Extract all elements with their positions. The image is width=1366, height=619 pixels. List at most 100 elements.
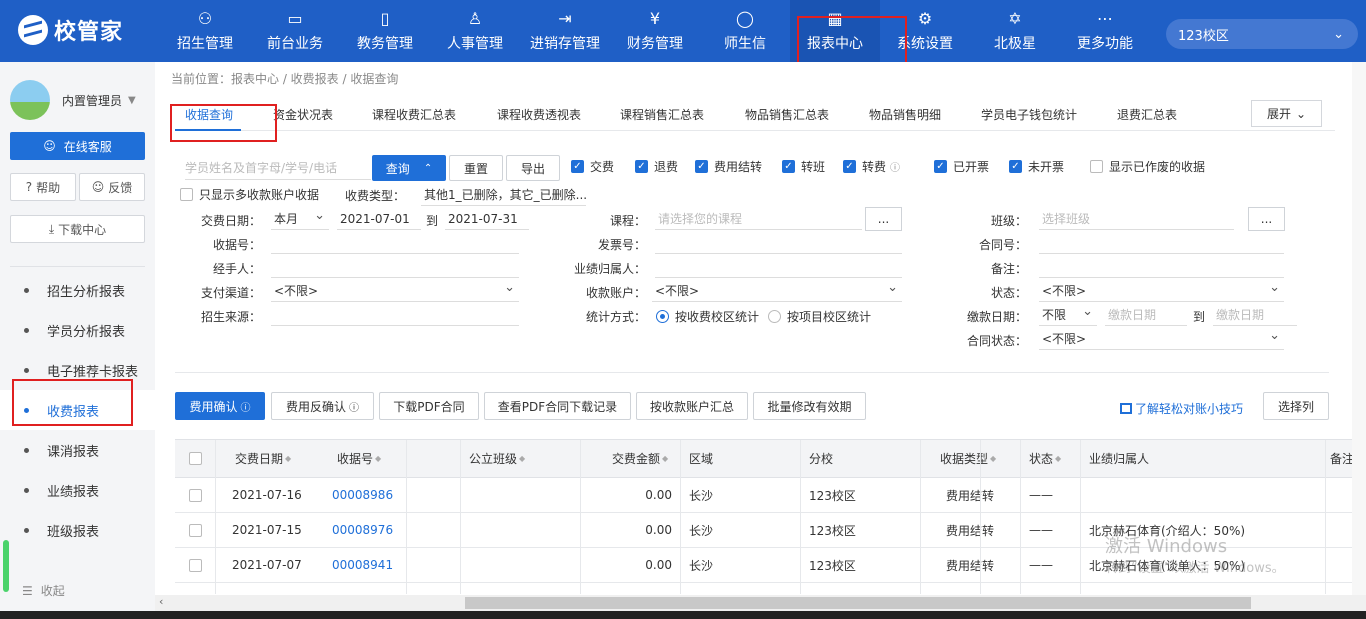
tab-2[interactable]: 课程收费汇总表: [372, 106, 456, 123]
column-header-1[interactable]: 收据号 ◆: [337, 440, 381, 477]
column-header-5[interactable]: 分校: [809, 440, 833, 477]
course-picker-button[interactable]: ...: [865, 207, 902, 231]
source-input[interactable]: [271, 304, 519, 326]
due-from-input[interactable]: 缴款日期: [1105, 304, 1187, 326]
scroll-left-icon[interactable]: ‹: [159, 595, 163, 608]
handler-input[interactable]: [271, 256, 519, 278]
horizontal-scroll-thumb[interactable]: [465, 597, 1251, 609]
batch-validity-button[interactable]: 批量修改有效期: [753, 392, 866, 420]
filter-checkbox-4[interactable]: ✓ 转费 ⓘ: [843, 158, 900, 175]
class-picker-button[interactable]: ...: [1248, 207, 1285, 231]
nav-item-10[interactable]: ⋯ 更多功能: [1060, 0, 1150, 62]
sort-icon[interactable]: ◆: [1055, 454, 1061, 463]
status-select[interactable]: <不限>: [1039, 277, 1284, 302]
nav-item-9[interactable]: ✡ 北极星: [970, 0, 1060, 62]
tab-8[interactable]: 退费汇总表: [1117, 106, 1177, 123]
contract-status-select[interactable]: <不限>: [1039, 325, 1284, 350]
remark-input[interactable]: [1039, 256, 1284, 278]
tab-1[interactable]: 资金状况表: [273, 106, 333, 123]
app-logo[interactable]: 校管家: [18, 14, 123, 46]
fee-confirm-button[interactable]: 费用确认 ⓘ: [175, 392, 265, 420]
cell-receipt-link[interactable]: 00008941: [332, 548, 393, 582]
sidebar-item-4[interactable]: 课消报表: [0, 430, 155, 470]
sidebar-item-5[interactable]: 业绩报表: [0, 470, 155, 510]
horizontal-scrollbar[interactable]: ‹: [155, 595, 1366, 611]
tab-4[interactable]: 课程销售汇总表: [620, 106, 704, 123]
sort-icon[interactable]: ◆: [375, 454, 381, 463]
download-center-button[interactable]: ⤓ 下载中心: [10, 215, 145, 243]
tab-7[interactable]: 学员电子钱包统计: [981, 106, 1077, 123]
sidebar-item-1[interactable]: 学员分析报表: [0, 310, 155, 350]
feedback-button[interactable]: ☺ 反馈: [79, 173, 145, 201]
due-to-input[interactable]: 缴款日期: [1213, 304, 1297, 326]
collapse-button[interactable]: ☰ 收起: [22, 582, 65, 599]
stat-by-item-campus-radio[interactable]: 按项目校区统计: [768, 308, 871, 325]
expand-button[interactable]: 展开 ⌄: [1251, 100, 1322, 127]
reconcile-tip-link[interactable]: 了解轻松对账小技巧: [1120, 400, 1243, 417]
performance-input[interactable]: [655, 256, 902, 278]
column-header-4[interactable]: 区域: [689, 440, 713, 477]
column-header-3[interactable]: 交费金额 ◆: [612, 440, 668, 477]
pdf-log-button[interactable]: 查看PDF合同下载记录: [484, 392, 631, 420]
due-period-select[interactable]: 不限: [1039, 301, 1097, 326]
sort-icon[interactable]: ◆: [285, 454, 291, 463]
filter-checkbox-1[interactable]: ✓ 退费: [635, 158, 678, 175]
filter-checkbox-5[interactable]: ✓ 已开票: [934, 158, 989, 175]
nav-item-1[interactable]: ▭ 前台业务: [250, 0, 340, 62]
column-header-9[interactable]: 备注: [1330, 440, 1354, 477]
tab-6[interactable]: 物品销售明细: [869, 106, 941, 123]
help-button[interactable]: ? 帮助: [10, 173, 76, 201]
sidebar-item-0[interactable]: 招生分析报表: [0, 270, 155, 310]
column-header-2[interactable]: 公立班级 ◆: [469, 440, 525, 477]
class-input[interactable]: 选择班级: [1039, 208, 1234, 230]
cell-receipt-link[interactable]: 00008986: [332, 478, 393, 512]
select-columns-button[interactable]: 选择列: [1263, 392, 1329, 420]
filter-checkbox-3[interactable]: ✓ 转班: [782, 158, 825, 175]
chevron-up-icon[interactable]: ⌃: [424, 163, 432, 174]
row-checkbox[interactable]: [189, 513, 208, 547]
stat-by-fee-campus-radio[interactable]: 按收费校区统计: [656, 308, 759, 325]
date-to-input[interactable]: 2021-07-31: [445, 208, 529, 230]
reset-button[interactable]: 重置: [449, 155, 503, 181]
invoice-no-input[interactable]: [655, 232, 902, 254]
nav-item-3[interactable]: ♙ 人事管理: [430, 0, 520, 62]
sort-icon[interactable]: ◆: [519, 454, 525, 463]
user-menu[interactable]: 内置管理员 ▼: [10, 80, 136, 120]
table-row[interactable]: 2021-07-16 00008986 0.00 长沙 123校区 费用结转 ——: [175, 478, 1366, 513]
filter-checkbox-8[interactable]: 只显示多收款账户收据: [180, 186, 319, 203]
export-button[interactable]: 导出: [506, 155, 560, 181]
nav-item-5[interactable]: ¥ 财务管理: [610, 0, 700, 62]
contract-no-input[interactable]: [1039, 232, 1284, 254]
column-header-7[interactable]: 状态 ◆: [1029, 440, 1061, 477]
tab-3[interactable]: 课程收费透视表: [497, 106, 581, 123]
sidebar-item-6[interactable]: 班级报表: [0, 510, 155, 550]
query-button[interactable]: 查询 ⌃: [372, 155, 446, 181]
row-checkbox[interactable]: [189, 548, 208, 582]
row-checkbox[interactable]: [189, 478, 208, 512]
date-from-input[interactable]: 2021-07-01: [337, 208, 421, 230]
date-period-select[interactable]: 本月: [271, 205, 329, 230]
vertical-scrollbar[interactable]: [1352, 62, 1366, 595]
account-select[interactable]: <不限>: [652, 277, 902, 302]
by-account-button[interactable]: 按收款账户汇总: [636, 392, 748, 420]
payment-channel-select[interactable]: <不限>: [271, 277, 519, 302]
filter-checkbox-0[interactable]: ✓ 交费: [571, 158, 614, 175]
fee-unconfirm-button[interactable]: 费用反确认 ⓘ: [271, 392, 374, 420]
receipt-type-select[interactable]: 其他1_已删除，其它_已删除...: [421, 184, 586, 206]
sort-icon[interactable]: ◆: [990, 454, 996, 463]
filter-checkbox-6[interactable]: ✓ 未开票: [1009, 158, 1064, 175]
download-pdf-button[interactable]: 下载PDF合同: [379, 392, 479, 420]
cell-receipt-link[interactable]: 00008976: [332, 513, 393, 547]
nav-item-4[interactable]: ⇥ 进销存管理: [520, 0, 610, 62]
filter-checkbox-2[interactable]: ✓ 费用结转: [695, 158, 762, 175]
column-header-8[interactable]: 业绩归属人: [1089, 440, 1149, 477]
nav-item-0[interactable]: ⚇ 招生管理: [160, 0, 250, 62]
nav-item-2[interactable]: ▯ 教务管理: [340, 0, 430, 62]
course-input[interactable]: 请选择您的课程: [655, 208, 862, 230]
sort-icon[interactable]: ◆: [662, 454, 668, 463]
tab-5[interactable]: 物品销售汇总表: [745, 106, 829, 123]
search-input[interactable]: 学员姓名及首字母/学号/电话: [185, 156, 371, 180]
column-header-6[interactable]: 收据类型 ◆: [940, 440, 996, 477]
column-header-0[interactable]: 交费日期 ◆: [235, 440, 291, 477]
receipt-no-input[interactable]: [271, 232, 519, 254]
